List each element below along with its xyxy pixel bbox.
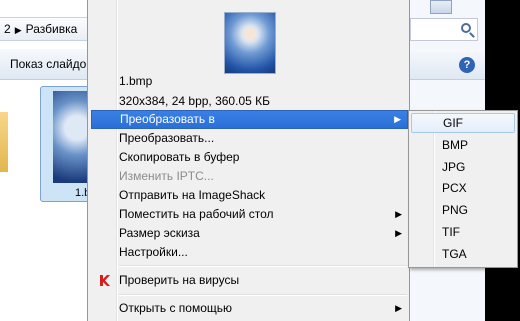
breadcrumb-arrow-icon[interactable]: ▶ — [15, 25, 22, 36]
folder-icon[interactable] — [0, 112, 8, 172]
window-control-button[interactable] — [430, 0, 452, 14]
menu-item-convert-to[interactable]: Преобразовать в ▶ — [91, 110, 408, 129]
menu-file-info: 320x384, 24 bpp, 360.05 КБ — [119, 94, 270, 108]
menu-item-label: Проверить на вирусы — [119, 273, 240, 287]
format-tga[interactable]: TGA — [411, 244, 515, 264]
submenu-arrow-icon: ▶ — [395, 303, 402, 313]
menu-item-edit-iptc: Изменить IPTC... — [119, 169, 214, 183]
format-bmp[interactable]: BMP — [411, 135, 515, 155]
menu-item-thumbnail-size[interactable]: Размер эскиза ▶ — [91, 224, 408, 243]
format-gif[interactable]: GIF — [411, 113, 515, 133]
submenu-arrow-icon: ▶ — [395, 209, 402, 219]
menu-item-copy-to-clipboard[interactable]: Скопировать в буфер — [91, 148, 408, 167]
menu-item-place-on-desktop[interactable]: Поместить на рабочий стол ▶ — [91, 205, 408, 224]
kaspersky-icon — [100, 275, 110, 286]
address-segment-name[interactable]: Разбивка — [26, 22, 78, 36]
format-tif[interactable]: TIF — [411, 222, 515, 242]
address-bar[interactable]: 2 ▶ Разбивка — [0, 17, 95, 41]
menu-item-convert[interactable]: Преобразовать... — [91, 129, 408, 148]
menu-file-name: 1.bmp — [119, 74, 153, 88]
search-icon[interactable] — [461, 23, 471, 33]
format-png[interactable]: PNG — [411, 200, 515, 220]
format-jpg[interactable]: JPG — [411, 157, 515, 177]
menu-item-label: Поместить на рабочий стол — [119, 207, 274, 221]
address-segment-number[interactable]: 2 — [4, 22, 11, 36]
explorer-toolbar: Показ слайдов — [0, 49, 95, 80]
menu-separator — [119, 265, 407, 267]
help-button[interactable]: ? — [459, 57, 475, 73]
slideshow-button[interactable]: Показ слайдов — [10, 57, 93, 71]
menu-item-label: Преобразовать в — [120, 112, 215, 126]
convert-to-submenu: GIF BMP JPG PCX PNG TIF TGA — [408, 110, 518, 268]
menu-item-label: Открыть с помощью — [119, 301, 233, 315]
submenu-arrow-icon: ▶ — [395, 228, 402, 238]
menu-item-label: Размер эскиза — [119, 226, 200, 240]
menu-item-virus-scan[interactable]: Проверить на вирусы — [91, 271, 408, 290]
image-preview — [224, 12, 276, 74]
search-input[interactable] — [410, 18, 478, 41]
context-menu: 1.bmp 320x384, 24 bpp, 360.05 КБ Преобра… — [87, 0, 410, 321]
submenu-arrow-icon: ▶ — [394, 114, 401, 124]
format-pcx[interactable]: PCX — [411, 178, 515, 198]
menu-item-settings[interactable]: Настройки... — [91, 243, 408, 262]
menu-item-send-imageshack[interactable]: Отправить на ImageShack — [91, 186, 408, 205]
menu-separator — [119, 294, 407, 296]
menu-item-open-with[interactable]: Открыть с помощью ▶ — [91, 299, 408, 318]
